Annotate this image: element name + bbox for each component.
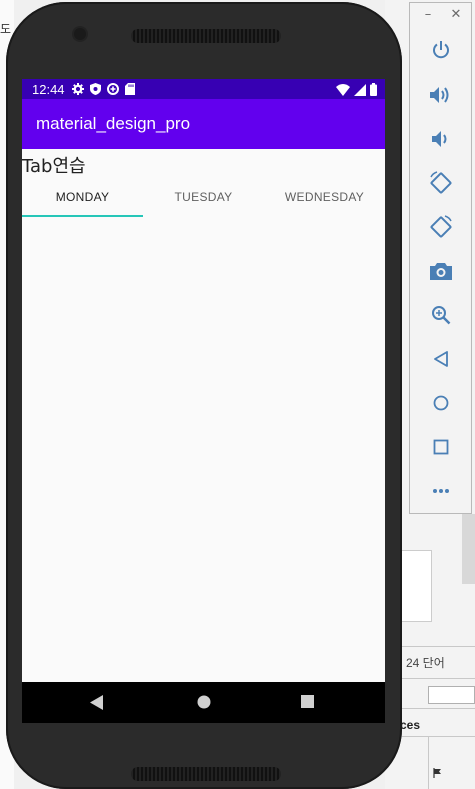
page-heading: Tab연습 [22, 156, 86, 177]
background-panel-title: ces [400, 718, 421, 732]
volume-down-icon [432, 131, 447, 147]
app-title: material_design_pro [36, 114, 191, 133]
background-scrollbar [462, 514, 475, 584]
tab-monday[interactable]: MONDAY [22, 177, 143, 217]
device-screen: 12:44 material_design_pro Tab연습 MONDAY T… [22, 79, 385, 723]
app-bar: material_design_pro [22, 99, 385, 149]
status-bar: 12:44 [22, 79, 385, 99]
rotate-left-icon [430, 171, 452, 194]
rotate-right-icon [430, 215, 452, 238]
back-icon[interactable] [90, 695, 104, 710]
bottom-speaker [131, 767, 281, 781]
front-camera [74, 28, 86, 40]
flag-icon [433, 768, 441, 778]
volume-up-button[interactable] [428, 82, 454, 108]
background-fragment-left: 도 [0, 22, 12, 36]
background-divider [400, 708, 475, 709]
back-icon [434, 351, 448, 367]
toolbar-titlebar: – ✕ [410, 3, 471, 29]
volume-up-icon [430, 87, 449, 103]
minimize-button[interactable]: – [420, 7, 436, 23]
zoom-button[interactable] [428, 302, 454, 328]
back-button[interactable] [428, 346, 454, 372]
zoom-icon [432, 306, 451, 325]
navigation-bar [22, 682, 385, 723]
wifi-icon [336, 83, 350, 96]
shield-icon [90, 83, 101, 95]
word-count-label: 24 단어 [406, 656, 445, 670]
top-speaker [131, 29, 281, 43]
tab-wednesday[interactable]: WEDNESDAY [264, 177, 385, 217]
battery-icon [370, 83, 377, 96]
background-divider [428, 736, 429, 789]
tab-bar: MONDAY TUESDAY WEDNESDAY [22, 177, 385, 217]
emulator-toolbar: – ✕ [409, 2, 472, 514]
close-button[interactable]: ✕ [448, 7, 464, 23]
overview-icon [433, 439, 449, 455]
sd-card-icon [125, 83, 135, 95]
background-input [428, 686, 475, 704]
background-divider [400, 646, 475, 647]
data-saver-icon [107, 83, 119, 95]
volume-down-button[interactable] [428, 126, 454, 152]
background-divider [400, 678, 475, 679]
power-button[interactable] [428, 37, 454, 63]
more-button[interactable] [428, 478, 454, 504]
overview-button[interactable] [428, 434, 454, 460]
power-icon [433, 41, 449, 59]
home-icon [433, 395, 449, 411]
background-divider [400, 736, 475, 737]
signal-icon [354, 83, 366, 96]
background-panel [400, 550, 432, 622]
rotate-right-button[interactable] [428, 214, 454, 240]
screenshot-button[interactable] [428, 258, 454, 284]
tab-indicator [22, 215, 143, 217]
home-icon[interactable] [197, 695, 211, 709]
settings-icon [72, 83, 84, 95]
tab-tuesday[interactable]: TUESDAY [143, 177, 264, 217]
recents-icon[interactable] [301, 695, 314, 708]
camera-icon [430, 263, 452, 280]
status-time: 12:44 [32, 82, 65, 97]
rotate-left-button[interactable] [428, 170, 454, 196]
home-button[interactable] [428, 390, 454, 416]
more-icon [433, 489, 449, 493]
